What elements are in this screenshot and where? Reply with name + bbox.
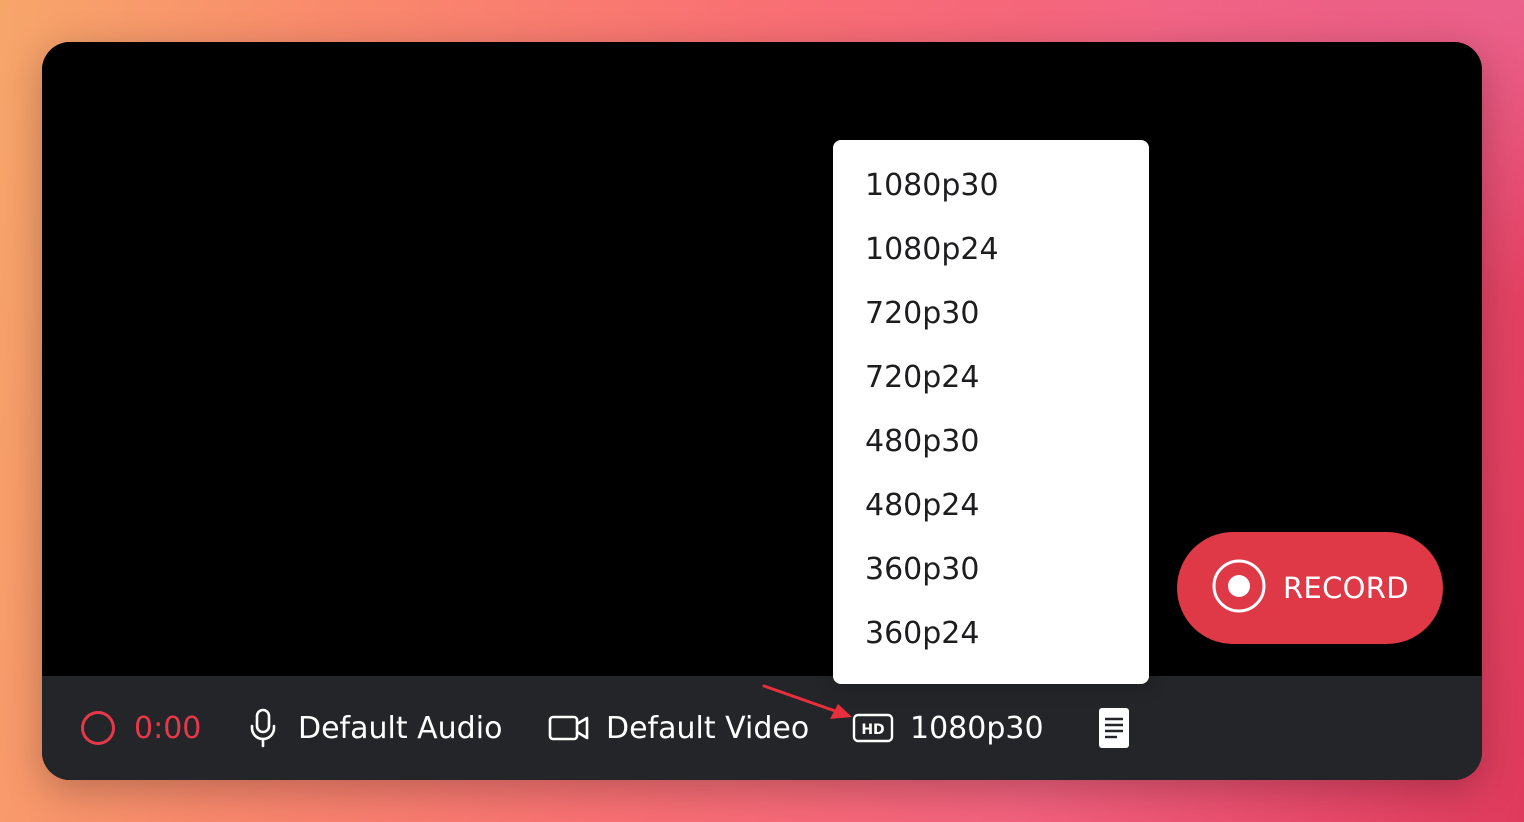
quality-selector[interactable]: HD 1080p30 [852, 676, 1044, 780]
quality-option[interactable]: 720p24 [833, 346, 1149, 410]
record-button-label: RECORD [1283, 571, 1409, 605]
recording-status: 0:00 [80, 676, 201, 780]
audio-source-selector[interactable]: Default Audio [248, 676, 502, 780]
hd-icon: HD [852, 713, 894, 743]
quality-option[interactable]: 1080p30 [833, 154, 1149, 218]
recorder-window: 0:00 Default Audio Default Video HD 1080… [42, 42, 1482, 780]
quality-option[interactable]: 360p24 [833, 602, 1149, 666]
audio-source-label: Default Audio [298, 710, 503, 746]
record-button[interactable]: RECORD [1177, 532, 1443, 644]
quality-dropdown-menu: 1080p30 1080p24 720p30 720p24 480p30 480… [833, 140, 1149, 684]
quality-option[interactable]: 480p24 [833, 474, 1149, 538]
quality-option[interactable]: 1080p24 [833, 218, 1149, 282]
video-source-selector[interactable]: Default Video [548, 676, 809, 780]
recording-timer: 0:00 [134, 710, 202, 746]
quality-option[interactable]: 720p30 [833, 282, 1149, 346]
bottom-toolbar: 0:00 Default Audio Default Video HD 1080… [42, 676, 1482, 780]
quality-option[interactable]: 480p30 [833, 410, 1149, 474]
microphone-icon [248, 708, 278, 748]
quality-label: 1080p30 [910, 710, 1044, 746]
hd-badge-text: HD [861, 722, 884, 738]
video-camera-icon [548, 714, 590, 742]
record-circle-icon [80, 710, 116, 746]
video-source-label: Default Video [606, 710, 810, 746]
record-dot-icon [1211, 558, 1267, 618]
document-icon [1098, 707, 1130, 749]
quality-option[interactable]: 360p30 [833, 538, 1149, 602]
notes-button[interactable] [1098, 676, 1130, 780]
